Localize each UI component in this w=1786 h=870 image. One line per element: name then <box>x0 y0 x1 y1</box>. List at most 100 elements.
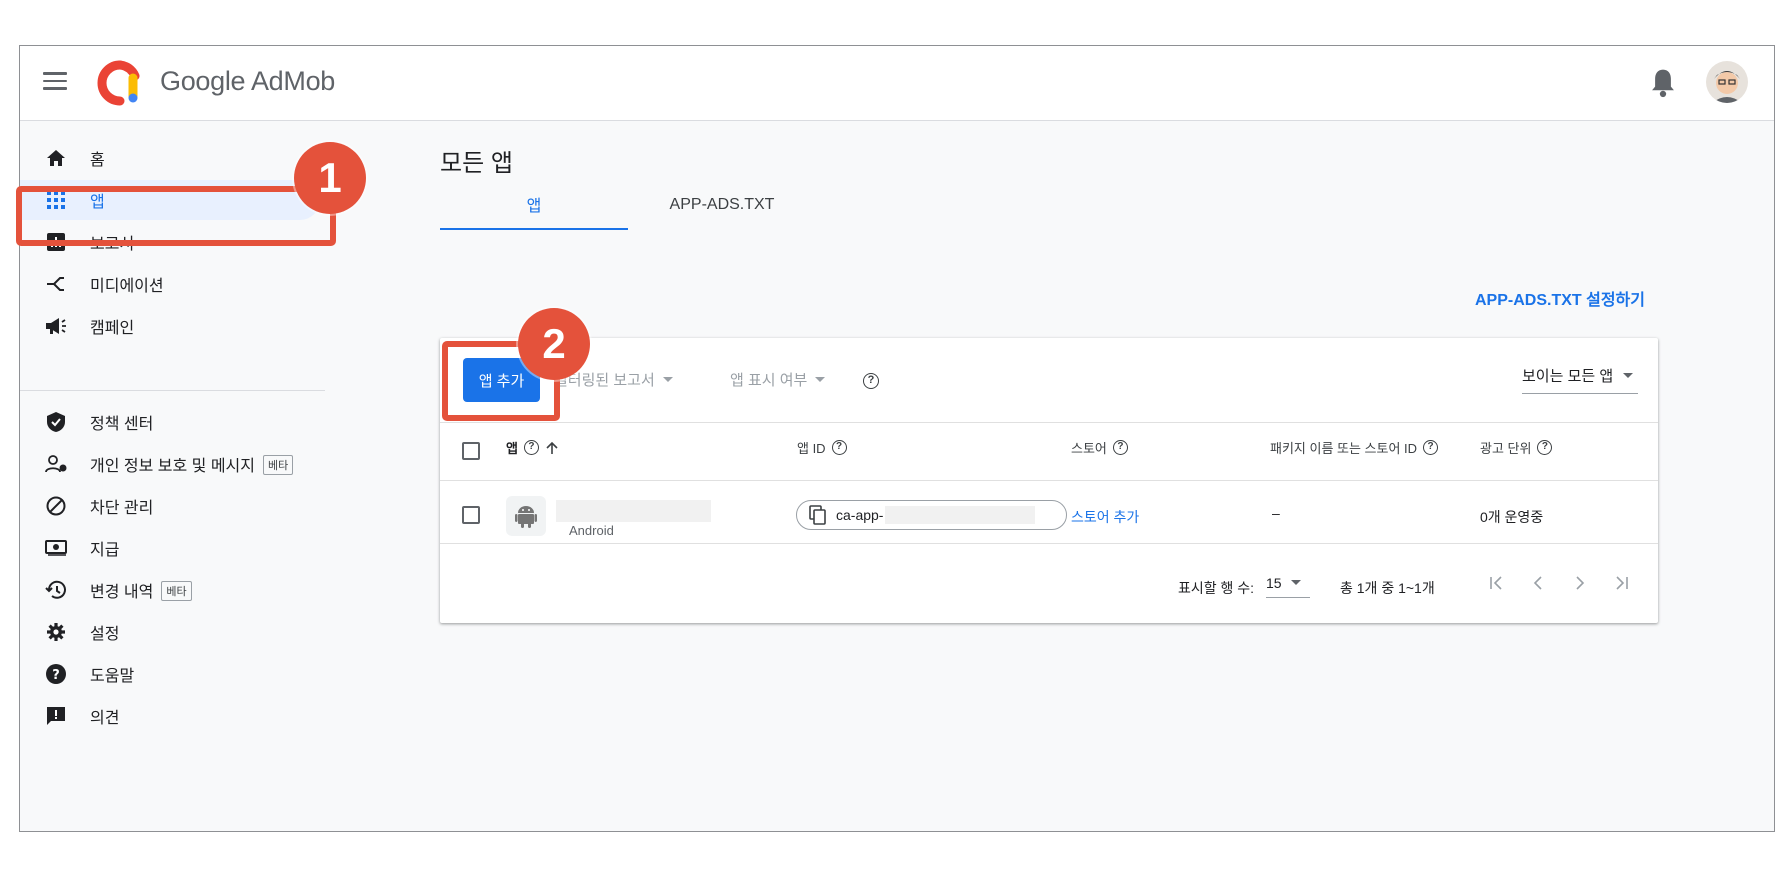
sidebar-item-payments[interactable]: 지급 <box>20 528 320 568</box>
gear-icon <box>45 621 67 643</box>
admob-logo <box>97 60 140 106</box>
sidebar-item-label: 지급 <box>90 542 120 559</box>
annotation-badge-step-1: 1 <box>294 142 366 214</box>
row-checkbox[interactable] <box>462 506 480 524</box>
help-circle-icon[interactable]: ? <box>1537 440 1553 455</box>
rows-per-page-value: 15 <box>1266 574 1282 591</box>
bell-icon[interactable] <box>1648 66 1678 100</box>
privacy-person-icon <box>45 453 67 475</box>
sidebar-item-label: 설정 <box>90 626 120 643</box>
column-header-ad-units: 광고 단위 ? <box>1480 438 1553 457</box>
sidebar-item-privacy-messaging[interactable]: 개인 정보 보호 및 메시지 베타 <box>20 444 320 484</box>
package-value: – <box>1272 505 1280 521</box>
sidebar-item-home[interactable]: 홈 <box>20 138 320 178</box>
sidebar-item-label: 의견 <box>90 710 120 727</box>
shield-check-icon <box>45 411 67 433</box>
app-visibility-label: 앱 표시 여부 <box>730 372 808 389</box>
caret-down-icon <box>662 377 673 382</box>
mediation-icon <box>45 273 67 295</box>
payment-icon <box>45 537 67 559</box>
app-id-value: ca-app- <box>836 507 884 523</box>
copy-icon <box>809 505 826 525</box>
caret-down-icon <box>815 377 826 382</box>
sidebar-item-help[interactable]: ? 도움말 <box>20 654 320 694</box>
caret-down-icon <box>1623 373 1634 378</box>
column-label: 광고 단위 <box>1480 441 1532 456</box>
column-header-app-id: 앱 ID ? <box>797 438 847 457</box>
avatar[interactable] <box>1706 61 1748 103</box>
help-circle-icon[interactable]: ? <box>1423 440 1439 455</box>
sidebar-item-label: 캠페인 <box>90 320 135 337</box>
column-header-package: 패키지 이름 또는 스토어 ID ? <box>1270 438 1439 457</box>
sidebar-item-change-history[interactable]: 변경 내역 베타 <box>20 570 320 610</box>
android-icon <box>506 496 546 536</box>
select-all-checkbox[interactable] <box>462 442 480 460</box>
redacted-app-name[interactable] <box>556 500 711 522</box>
column-label: 패키지 이름 또는 스토어 ID <box>1270 441 1418 456</box>
help-circle-icon[interactable]: ? <box>1112 440 1128 455</box>
beta-badge: 베타 <box>262 455 294 475</box>
annotation-badge-step-2: 2 <box>518 308 590 380</box>
page-title: 모든 앱 <box>440 150 513 177</box>
app-platform: Android <box>569 523 614 538</box>
visible-apps-select[interactable]: 보이는 모든 앱 <box>1522 358 1638 394</box>
sidebar-item-settings[interactable]: 설정 <box>20 612 320 652</box>
admob-window: Google AdMob 홈 앱 보고서 미디에이션 캠페인 정책 센터 개인 … <box>19 45 1775 832</box>
rows-per-page-label: 표시할 행 수: <box>1178 580 1255 596</box>
sidebar-item-label: 홈 <box>90 152 105 169</box>
previous-page-icon[interactable] <box>1526 573 1550 593</box>
divider <box>440 543 1658 544</box>
top-app-bar: Google AdMob <box>20 46 1774 121</box>
tab-app-ads-txt[interactable]: APP-ADS.TXT <box>628 180 816 230</box>
help-circle-icon[interactable]: ? <box>863 373 879 389</box>
megaphone-icon <box>45 315 67 337</box>
sidebar-divider <box>20 390 325 391</box>
divider <box>440 480 1658 481</box>
tab-apps[interactable]: 앱 <box>440 180 628 230</box>
sidebar-item-label: 변경 내역 베타 <box>90 578 192 602</box>
sidebar-item-label: 차단 관리 <box>90 500 154 517</box>
sidebar-item-policy-center[interactable]: 정책 센터 <box>20 402 320 442</box>
add-store-link[interactable]: 스토어 추가 <box>1071 507 1139 527</box>
sidebar-item-label: 개인 정보 보호 및 메시지 베타 <box>90 452 294 476</box>
divider <box>440 422 1658 423</box>
last-page-icon[interactable] <box>1610 573 1634 593</box>
svg-text:?: ? <box>52 668 60 683</box>
sidebar-item-label: 정책 센터 <box>90 416 154 433</box>
beta-badge: 베타 <box>161 581 192 601</box>
ad-units-value: 0개 운영중 <box>1480 509 1544 525</box>
history-icon <box>45 579 67 601</box>
sidebar-item-campaigns[interactable]: 캠페인 <box>20 306 320 346</box>
column-label: 스토어 <box>1071 441 1107 456</box>
sidebar-item-blocking-controls[interactable]: 차단 관리 <box>20 486 320 526</box>
rows-per-page-select[interactable]: 15 <box>1266 568 1310 598</box>
app-ads-txt-setup-link[interactable]: APP-ADS.TXT 설정하기 <box>1475 286 1645 310</box>
apps-table-card: 앱 추가 필터링된 보고서 앱 표시 여부 ? 보이는 모든 앱 앱 ? 앱 I… <box>440 338 1658 623</box>
caret-down-icon <box>1290 580 1301 585</box>
brand-name: Google AdMob <box>160 66 336 96</box>
menu-icon[interactable] <box>43 72 67 92</box>
column-label: 앱 ID <box>797 441 826 456</box>
sort-ascending-icon[interactable] <box>545 441 559 455</box>
help-circle-icon[interactable]: ? <box>831 440 847 455</box>
sidebar-item-label: 도움말 <box>90 668 135 685</box>
help-icon: ? <box>45 663 67 685</box>
sidebar-item-mediation[interactable]: 미디에이션 <box>20 264 320 304</box>
annotation-highlight-apps <box>16 186 336 246</box>
block-icon <box>45 495 67 517</box>
column-header-app[interactable]: 앱 ? <box>506 438 559 457</box>
visible-apps-label: 보이는 모든 앱 <box>1522 368 1614 385</box>
column-header-store: 스토어 ? <box>1071 438 1128 457</box>
column-label: 앱 <box>506 441 518 456</box>
pagination-range: 총 1개 중 1~1개 <box>1340 580 1435 596</box>
sidebar-item-feedback[interactable]: 의견 <box>20 696 320 736</box>
help-circle-icon[interactable]: ? <box>523 440 539 455</box>
next-page-icon[interactable] <box>1568 573 1592 593</box>
first-page-icon[interactable] <box>1484 573 1508 593</box>
feedback-icon <box>45 705 67 727</box>
app-visibility-dropdown[interactable]: 앱 표시 여부 <box>730 369 826 390</box>
home-icon <box>45 147 67 169</box>
copy-app-id-chip[interactable]: ca-app- <box>796 500 1067 530</box>
redacted-app-id <box>885 506 1036 524</box>
sidebar-item-label: 미디에이션 <box>90 278 164 295</box>
